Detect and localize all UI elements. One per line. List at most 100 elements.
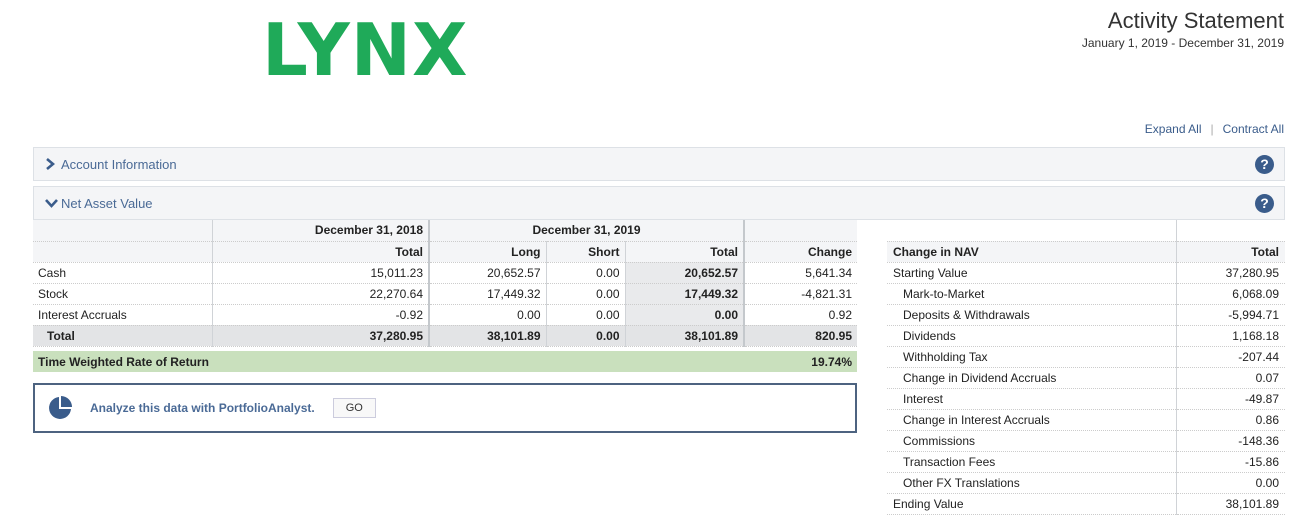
cell-long: 0.00 <box>429 304 547 326</box>
chevron-down-icon <box>34 198 58 208</box>
cell-short: 0.00 <box>546 262 626 284</box>
table-header-blank <box>744 220 857 242</box>
cell-short: 0.00 <box>546 325 626 347</box>
cell-prior-total: 22,270.64 <box>212 283 430 305</box>
table-row: Deposits & Withdrawals -5,994.71 <box>887 304 1285 326</box>
table-total-row: Total 37,280.95 38,101.89 0.00 38,101.89… <box>33 325 857 347</box>
cell-prior-total: 15,011.23 <box>212 262 430 284</box>
cell-total: 0.00 <box>625 304 745 326</box>
cell-short: 0.00 <box>546 283 626 305</box>
section-title: Net Asset Value <box>61 195 153 211</box>
table-row: Mark-to-Market 6,068.09 <box>887 283 1285 305</box>
col-header-total: Total <box>625 241 745 263</box>
row-label: Starting Value <box>887 262 1177 284</box>
col-header-total: Total <box>1176 241 1285 263</box>
cell-change: 0.92 <box>744 304 857 326</box>
section-net-asset-value[interactable]: Net Asset Value ? <box>33 186 1285 220</box>
table-row: Change in Interest Accruals 0.86 <box>887 409 1285 431</box>
row-label: Other FX Translations <box>887 472 1177 494</box>
col-header-long: Long <box>429 241 547 263</box>
cell-prior-total: 37,280.95 <box>212 325 430 347</box>
go-button[interactable]: GO <box>332 398 376 418</box>
col-header-period1: December 31, 2018 <box>212 220 430 242</box>
link-separator: | <box>1210 122 1214 136</box>
cell-value: 0.86 <box>1176 409 1285 431</box>
twr-label: Time Weighted Rate of Return <box>38 354 209 369</box>
section-title: Account Information <box>61 156 177 172</box>
row-label: Interest Accruals <box>33 304 213 326</box>
row-label: Ending Value <box>887 493 1177 515</box>
cell-value: -49.87 <box>1176 388 1285 410</box>
col-header-change-in-nav: Change in NAV <box>887 241 1177 263</box>
twr-row: Time Weighted Rate of Return 19.74% <box>33 351 857 372</box>
cell-long: 17,449.32 <box>429 283 547 305</box>
row-label: Cash <box>33 262 213 284</box>
cell-change: 820.95 <box>744 325 857 347</box>
row-label: Mark-to-Market <box>887 283 1177 305</box>
cell-total: 17,449.32 <box>625 283 745 305</box>
cell-value: 37,280.95 <box>1176 262 1285 284</box>
row-label: Change in Dividend Accruals <box>887 367 1177 389</box>
table-row: Withholding Tax -207.44 <box>887 346 1285 368</box>
table-row: Dividends 1,168.18 <box>887 325 1285 347</box>
row-label: Stock <box>33 283 213 305</box>
cell-short: 0.00 <box>546 304 626 326</box>
cell-value: -148.36 <box>1176 430 1285 452</box>
cell-value: 6,068.09 <box>1176 283 1285 305</box>
row-label: Commissions <box>887 430 1177 452</box>
table-header-blank <box>887 220 1177 242</box>
table-row: Transaction Fees -15.86 <box>887 451 1285 473</box>
pie-chart-icon <box>49 396 72 419</box>
expand-contract-links: Expand All | Contract All <box>1145 122 1284 136</box>
cell-total: 38,101.89 <box>625 325 745 347</box>
expand-all-link[interactable]: Expand All <box>1145 122 1202 136</box>
row-label: Total <box>33 325 213 347</box>
table-row: Stock 22,270.64 17,449.32 0.00 17,449.32… <box>33 283 857 305</box>
row-label: Deposits & Withdrawals <box>887 304 1177 326</box>
table-row: Commissions -148.36 <box>887 430 1285 452</box>
change-in-nav-table: Change in NAV Total Starting Value 37,280… <box>887 220 1285 515</box>
table-header-blank <box>1176 220 1285 242</box>
help-icon[interactable]: ? <box>1255 194 1274 213</box>
col-header-period2: December 31, 2019 <box>429 220 745 242</box>
col-header-change: Change <box>744 241 857 263</box>
table-row: Interest -49.87 <box>887 388 1285 410</box>
cell-value: 0.00 <box>1176 472 1285 494</box>
cell-change: -4,821.31 <box>744 283 857 305</box>
col-header-total: Total <box>212 241 430 263</box>
table-row: Change in Dividend Accruals 0.07 <box>887 367 1285 389</box>
lynx-logo: LYNX <box>262 8 469 92</box>
cell-long: 38,101.89 <box>429 325 547 347</box>
portfolio-analyst-box: Analyze this data with PortfolioAnalyst.… <box>33 383 857 433</box>
table-row: Other FX Translations 0.00 <box>887 472 1285 494</box>
statement-header: Activity Statement January 1, 2019 - Dec… <box>1082 8 1284 50</box>
cell-value: 38,101.89 <box>1176 493 1285 515</box>
cell-value: -5,994.71 <box>1176 304 1285 326</box>
table-row: Interest Accruals -0.92 0.00 0.00 0.00 0… <box>33 304 857 326</box>
col-header-short: Short <box>546 241 626 263</box>
cell-value: -15.86 <box>1176 451 1285 473</box>
table-row: Cash 15,011.23 20,652.57 0.00 20,652.57 … <box>33 262 857 284</box>
table-header-blank <box>33 220 213 242</box>
page-title: Activity Statement <box>1107 8 1284 33</box>
row-label: Change in Interest Accruals <box>887 409 1177 431</box>
table-header-blank <box>33 241 213 263</box>
row-label: Dividends <box>887 325 1177 347</box>
table-row: Starting Value 37,280.95 <box>887 262 1285 284</box>
cell-long: 20,652.57 <box>429 262 547 284</box>
cell-total: 20,652.57 <box>625 262 745 284</box>
portfolio-analyst-text: Analyze this data with PortfolioAnalyst. <box>90 401 315 415</box>
statement-period: January 1, 2019 - December 31, 2019 <box>1081 36 1284 50</box>
row-label: Transaction Fees <box>887 451 1177 473</box>
cell-change: 5,641.34 <box>744 262 857 284</box>
row-label: Withholding Tax <box>887 346 1177 368</box>
help-icon[interactable]: ? <box>1255 155 1274 174</box>
cell-prior-total: -0.92 <box>212 304 430 326</box>
twr-value: 19.74% <box>811 354 852 369</box>
contract-all-link[interactable]: Contract All <box>1223 122 1284 136</box>
row-label: Interest <box>887 388 1177 410</box>
section-account-information[interactable]: Account Information ? <box>33 147 1285 181</box>
table-row: Ending Value 38,101.89 <box>887 493 1285 515</box>
chevron-right-icon <box>34 158 58 170</box>
cell-value: 0.07 <box>1176 367 1285 389</box>
